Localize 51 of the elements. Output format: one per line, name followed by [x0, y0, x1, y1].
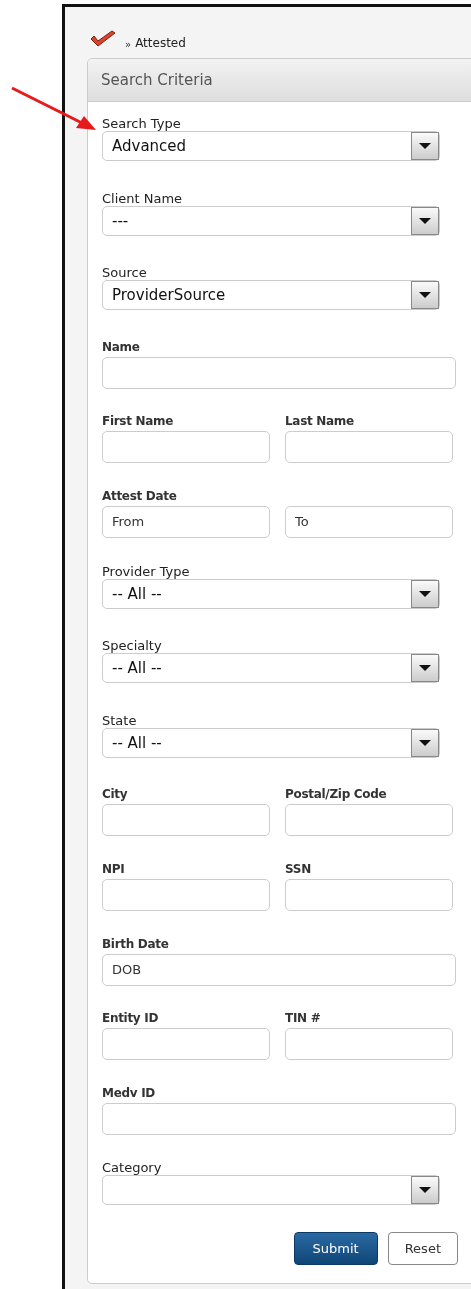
input-field[interactable] [102, 1102, 456, 1135]
field-label: NPI [102, 861, 126, 877]
field-label: Search Type [102, 116, 182, 131]
dropdown-caret-icon [411, 1176, 439, 1205]
dropdown-field[interactable]: -- All -- [102, 653, 440, 684]
field-label: Last Name [285, 414, 355, 430]
field-label: State [102, 712, 138, 728]
input-field[interactable] [102, 356, 456, 389]
input-field[interactable] [102, 804, 270, 837]
dropdown-caret-icon [411, 132, 439, 160]
input-field[interactable]: DOB [102, 953, 456, 986]
dropdown-field[interactable]: -- All -- [102, 727, 440, 758]
panel-title: Search Criteria [101, 71, 213, 89]
field-label: Source [102, 265, 148, 281]
reset-button[interactable]: Reset [387, 1231, 458, 1265]
field-label: First Name [102, 414, 175, 430]
input-field[interactable] [102, 1028, 270, 1061]
field-label: TIN # [285, 1011, 322, 1027]
dropdown-caret-icon [411, 654, 439, 683]
input-field[interactable] [102, 431, 270, 464]
field-label: Birth Date [102, 936, 170, 952]
input-field[interactable] [285, 1028, 453, 1061]
field-label: Client Name [102, 190, 184, 206]
dropdown-field[interactable]: Advanced [102, 131, 440, 161]
dropdown-field[interactable]: ProviderSource [102, 280, 440, 311]
dropdown-caret-icon [411, 728, 439, 757]
field-label: Specialty [102, 638, 163, 654]
dropdown-caret-icon [411, 206, 439, 235]
dropdown-field[interactable]: -- All -- [102, 578, 440, 609]
field-label: Postal/Zip Code [285, 787, 388, 803]
submit-button[interactable]: Submit [293, 1231, 378, 1265]
dropdown-field[interactable] [102, 1175, 440, 1206]
breadcrumb-label: Attested [135, 36, 186, 50]
input-field[interactable]: To [285, 505, 453, 538]
field-label: City [102, 787, 129, 803]
input-field[interactable]: From [102, 505, 270, 538]
field-label: Medv ID [102, 1085, 156, 1101]
breadcrumb-separator: » [125, 39, 132, 50]
field-label: Category [102, 1160, 163, 1176]
dropdown-field[interactable]: --- [102, 205, 440, 236]
field-label: SSN [285, 861, 312, 877]
input-field[interactable] [285, 804, 453, 837]
field-label: Entity ID [102, 1011, 160, 1027]
dropdown-caret-icon [411, 281, 439, 310]
input-field[interactable] [285, 431, 453, 464]
input-field[interactable] [285, 878, 453, 911]
field-label: Name [102, 339, 141, 355]
input-field[interactable] [102, 878, 270, 911]
field-label: Attest Date [102, 488, 178, 504]
field-label: Provider Type [102, 563, 191, 579]
dropdown-caret-icon [411, 579, 439, 608]
